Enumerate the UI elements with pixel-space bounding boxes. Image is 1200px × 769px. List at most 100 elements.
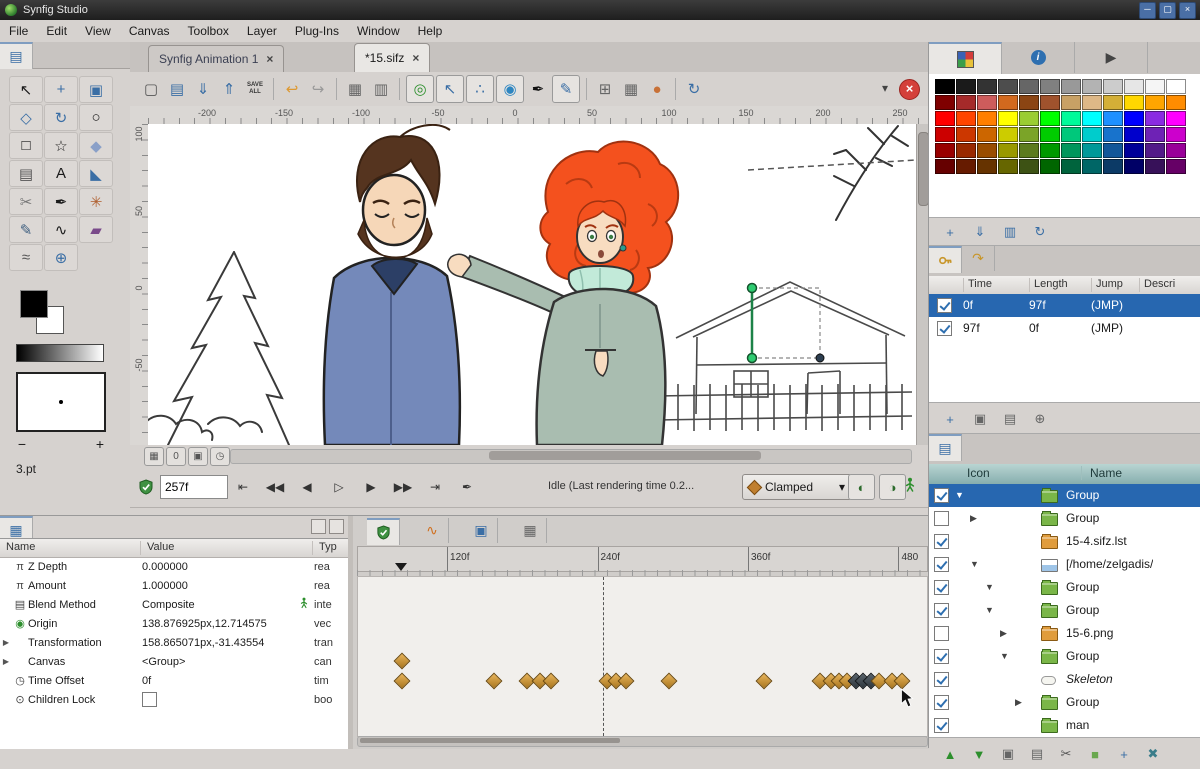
keyframes-column-header[interactable]: Length (1029, 278, 1068, 292)
gradient-tool[interactable]: ▤ (9, 160, 43, 187)
keyframes-column-header[interactable]: Descri (1139, 278, 1175, 292)
layer-visible-checkbox[interactable] (934, 488, 949, 503)
palette-swatch[interactable] (956, 79, 976, 94)
waypoint-icon[interactable] (393, 653, 410, 670)
canvas-horizontal-scrollbar[interactable] (230, 449, 912, 464)
target-mode-toggle[interactable]: ◎ (406, 75, 434, 103)
redo-button[interactable]: ↪ (305, 76, 331, 102)
layer-row[interactable]: ▼Group (929, 599, 1200, 622)
layer-visible-checkbox[interactable] (934, 626, 949, 641)
keyframes-tab[interactable] (929, 246, 962, 273)
palette-swatch[interactable] (935, 79, 955, 94)
menu-toolbox[interactable]: Toolbox (179, 21, 238, 41)
palette-swatch[interactable] (1166, 79, 1186, 94)
document-tab-15-sifz[interactable]: *15.sifz × (354, 43, 430, 72)
expander-closed-icon[interactable]: ▶ (1000, 628, 1007, 639)
animate-mode-icon[interactable] (902, 477, 918, 496)
draw-tool[interactable]: ✒ (44, 188, 78, 215)
layer-visible-checkbox[interactable] (934, 580, 949, 595)
palette-swatch[interactable] (1019, 127, 1039, 142)
palette-swatch[interactable] (1040, 127, 1060, 142)
keyframe-row[interactable]: 0f97f(JMP) (929, 294, 1200, 317)
cut-layer-button[interactable]: ✂ (1053, 742, 1079, 766)
palette-tab[interactable] (929, 42, 1002, 75)
palette-swatch[interactable] (1040, 111, 1060, 126)
palette-swatch[interactable] (1103, 127, 1123, 142)
param-row[interactable]: ◉Origin138.876925px,12.714575vec (0, 614, 348, 633)
expander-closed-icon[interactable]: ▶ (970, 513, 977, 524)
palette-swatch[interactable] (1124, 79, 1144, 94)
undo-button[interactable]: ↩ (279, 76, 305, 102)
save-all-button[interactable]: SAVE ALL (242, 76, 268, 102)
rectangle-tool[interactable]: □ (9, 132, 43, 159)
document-tab-synfig-animation-1[interactable]: Synfig Animation 1 × (148, 45, 284, 72)
waypoint-icon[interactable] (486, 673, 503, 690)
menu-canvas[interactable]: Canvas (120, 21, 179, 41)
layers-column-header[interactable]: Name (1081, 466, 1122, 480)
palette-swatch[interactable] (1145, 143, 1165, 158)
toggle-grid-button[interactable]: ▦ (144, 447, 164, 466)
timetrack-library-tab[interactable]: ▣ (465, 518, 498, 543)
palette-swatch[interactable] (935, 127, 955, 142)
waypoint-icon[interactable] (542, 673, 559, 690)
cursor-mode-toggle[interactable]: ↖ (436, 75, 464, 103)
keyframes-column-header[interactable]: Time (963, 278, 992, 292)
menu-help[interactable]: Help (409, 21, 452, 41)
palette-swatch[interactable] (1103, 159, 1123, 174)
palette-swatch[interactable] (998, 111, 1018, 126)
menu-edit[interactable]: Edit (37, 21, 76, 41)
palette-swatch[interactable] (1103, 95, 1123, 110)
seek-end-button[interactable]: ⇥ (420, 474, 450, 500)
add-color-button[interactable]: + (937, 220, 963, 244)
rotate-tool[interactable]: ↻ (44, 104, 78, 131)
drawing-canvas[interactable] (148, 124, 917, 445)
palette-swatch[interactable] (956, 111, 976, 126)
layer-visible-checkbox[interactable] (934, 557, 949, 572)
onion-skin-button[interactable]: ● (644, 76, 670, 102)
close-view-button[interactable]: × (899, 79, 920, 100)
encapsulate-layer-button[interactable]: ▤ (1024, 742, 1050, 766)
palette-swatch[interactable] (1145, 79, 1165, 94)
palette-swatch[interactable] (1166, 111, 1186, 126)
palette-swatch[interactable] (1040, 143, 1060, 158)
palette-swatch[interactable] (935, 159, 955, 174)
past-keyframe-lock-button[interactable]: ◐ (848, 474, 875, 500)
scrollbar-thumb[interactable] (360, 738, 620, 743)
mask-mode-toggle[interactable]: ◉ (496, 75, 524, 103)
layer-row[interactable]: ▶Group (929, 507, 1200, 530)
scale-tool[interactable]: ◇ (9, 104, 43, 131)
timetrack-parameters-tab[interactable] (367, 518, 400, 545)
gradient-swatch[interactable] (16, 344, 104, 362)
palette-swatch[interactable] (1019, 111, 1039, 126)
layer-row[interactable]: 15-4.sifz.lst (929, 530, 1200, 553)
duplicate-keyframe-button[interactable]: ▣ (967, 407, 993, 431)
palette-swatch[interactable] (1166, 95, 1186, 110)
keyframe-row[interactable]: 97f0f(JMP) (929, 317, 1200, 340)
star-tool[interactable]: ☆ (44, 132, 78, 159)
scrollbar-thumb[interactable] (489, 451, 761, 460)
preview-button[interactable]: ▥ (368, 76, 394, 102)
lower-layer-button[interactable]: ▼ (966, 742, 992, 766)
zoom-tool[interactable]: ⊕ (44, 244, 78, 271)
snap-toggle-button[interactable]: ▦ (618, 76, 644, 102)
import-palette-button[interactable]: ⇓ (967, 220, 993, 244)
palette-swatch[interactable] (1040, 159, 1060, 174)
polygon-tool[interactable]: ◆ (79, 132, 113, 159)
next-frame-button[interactable]: ▶ (356, 474, 386, 500)
export-button[interactable]: ⇑ (216, 76, 242, 102)
toolbar-overflow-dropdown[interactable]: ▾ (882, 81, 888, 95)
palette-swatch[interactable] (1061, 159, 1081, 174)
palette-swatch[interactable] (1124, 159, 1144, 174)
spray-tool[interactable]: ✳ (79, 188, 113, 215)
text-tool[interactable]: A (44, 160, 78, 187)
delete-layer-button[interactable]: ✖ (1140, 742, 1166, 766)
timetrack-scrollbar[interactable] (357, 736, 928, 747)
timetrack-curves-tab[interactable]: ∿ (416, 518, 449, 543)
expander-open-icon[interactable]: ▼ (955, 490, 964, 500)
close-tab-icon[interactable]: × (412, 51, 419, 65)
layer-row[interactable]: ▼Group (929, 576, 1200, 599)
palette-swatch[interactable] (1166, 143, 1186, 158)
play-button[interactable]: ▷ (324, 474, 354, 500)
layers-column-header[interactable]: Icon (967, 466, 990, 480)
expander-open-icon[interactable]: ▼ (970, 559, 979, 569)
